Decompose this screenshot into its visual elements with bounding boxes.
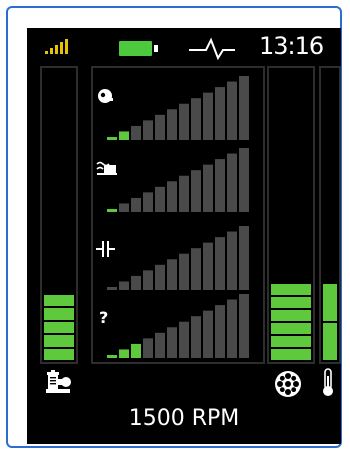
row-bars-water bbox=[107, 148, 249, 212]
level-step-8 bbox=[191, 98, 201, 140]
level-step-4 bbox=[143, 270, 153, 290]
row-bars-unknown bbox=[107, 294, 249, 358]
gauge-segment bbox=[271, 310, 311, 321]
gauge-segment bbox=[44, 321, 74, 334]
level-step-2 bbox=[119, 281, 129, 290]
battery-icon bbox=[119, 41, 152, 56]
level-step-5 bbox=[155, 186, 165, 212]
level-step-1 bbox=[107, 355, 117, 358]
level-step-11 bbox=[227, 153, 237, 212]
level-step-11 bbox=[227, 81, 237, 140]
level-step-12 bbox=[239, 226, 249, 290]
gauge-segment bbox=[271, 349, 311, 360]
motor-pump-icon bbox=[46, 370, 71, 393]
level-step-5 bbox=[155, 114, 165, 140]
level-step-6 bbox=[167, 181, 177, 212]
level-step-1 bbox=[107, 287, 117, 290]
level-step-1 bbox=[107, 137, 117, 140]
level-step-3 bbox=[131, 125, 141, 140]
level-step-2 bbox=[119, 349, 129, 358]
gauge-segment bbox=[44, 335, 74, 347]
clock-time: 13:16 bbox=[259, 32, 324, 60]
gauge-segment bbox=[44, 348, 74, 360]
level-step-12 bbox=[239, 294, 249, 358]
gauge-segment bbox=[44, 308, 74, 320]
level-step-2 bbox=[119, 131, 129, 140]
level-step-5 bbox=[155, 332, 165, 358]
level-step-4 bbox=[143, 338, 153, 358]
signal-bars-icon bbox=[45, 38, 69, 54]
level-step-8 bbox=[191, 248, 201, 290]
level-step-10 bbox=[215, 237, 225, 290]
temperature-gauge bbox=[319, 66, 341, 364]
gauge-segment bbox=[323, 284, 337, 321]
level-step-5 bbox=[155, 264, 165, 290]
rpm-readout: 1500 RPM bbox=[128, 406, 240, 431]
level-step-6 bbox=[167, 327, 177, 358]
gauge-segment bbox=[44, 295, 74, 307]
level-step-1 bbox=[107, 209, 117, 212]
level-step-3 bbox=[131, 197, 141, 212]
fan-wheel-icon bbox=[275, 371, 301, 397]
settings-panel: ? bbox=[91, 66, 265, 364]
row-bars-capacitor bbox=[107, 226, 249, 290]
level-step-7 bbox=[179, 321, 189, 358]
level-step-7 bbox=[179, 175, 189, 212]
level-step-12 bbox=[239, 76, 249, 140]
level-step-9 bbox=[203, 310, 213, 358]
level-step-6 bbox=[167, 259, 177, 290]
gauge-segment bbox=[271, 284, 311, 295]
level-step-10 bbox=[215, 159, 225, 212]
level-step-9 bbox=[203, 164, 213, 212]
level-step-9 bbox=[203, 92, 213, 140]
level-step-3 bbox=[131, 343, 141, 358]
level-step-3 bbox=[131, 275, 141, 290]
heartbeat-pulse-icon bbox=[189, 37, 235, 60]
level-step-2 bbox=[119, 203, 129, 212]
gauge-segment bbox=[271, 297, 311, 308]
temperature-gauge-level bbox=[323, 284, 337, 360]
gauge-segment bbox=[271, 323, 311, 334]
level-step-10 bbox=[215, 305, 225, 358]
level-step-9 bbox=[203, 242, 213, 290]
fan-gauge bbox=[267, 66, 315, 364]
motor-gauge-level bbox=[44, 295, 74, 360]
battery-tip bbox=[154, 45, 158, 52]
level-step-12 bbox=[239, 148, 249, 212]
level-step-7 bbox=[179, 103, 189, 140]
gauge-segment bbox=[323, 323, 337, 360]
level-step-4 bbox=[143, 120, 153, 140]
device-frame: 13:16 ? 1500 RPM bbox=[6, 6, 342, 448]
level-step-7 bbox=[179, 253, 189, 290]
display-screen: 13:16 ? 1500 RPM bbox=[27, 28, 341, 444]
row-bars-speed bbox=[107, 76, 249, 140]
level-step-4 bbox=[143, 192, 153, 212]
level-step-11 bbox=[227, 299, 237, 358]
motor-gauge bbox=[40, 66, 78, 364]
level-step-10 bbox=[215, 87, 225, 140]
gauge-segment bbox=[271, 336, 311, 347]
fan-gauge-level bbox=[271, 284, 311, 360]
level-step-6 bbox=[167, 109, 177, 140]
thermometer-icon bbox=[323, 368, 333, 396]
level-step-8 bbox=[191, 316, 201, 358]
level-step-8 bbox=[191, 170, 201, 212]
level-step-11 bbox=[227, 231, 237, 290]
